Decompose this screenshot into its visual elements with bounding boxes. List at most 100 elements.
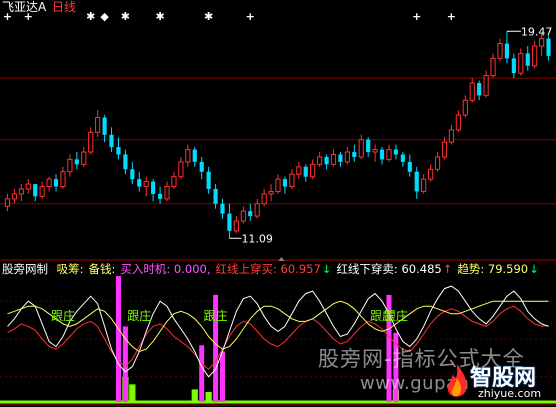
candle-body [434,156,441,170]
candle-body [407,161,412,172]
candle-body [185,149,191,163]
candle-body [199,161,204,172]
candle-body [393,149,399,155]
candle-body [504,43,509,59]
candle-body [33,184,38,197]
candle-body [109,134,114,148]
base-bar [191,389,198,402]
candle-body [102,117,107,135]
price-panel-header: 飞亚达A 日线 [2,0,76,14]
candle-body [296,166,302,175]
candle-body [317,156,323,165]
candle-body [525,53,530,66]
candle-body [338,154,343,162]
candle-body [53,179,59,187]
candle-body [130,169,135,180]
candle-body [448,129,454,143]
candle-body [324,156,329,165]
candle-body [248,211,253,217]
candle-body [171,176,177,188]
candle-body [178,161,184,178]
candle-body [546,38,551,56]
candle-body [137,179,142,187]
candle-body [268,190,274,195]
scroll-triangle-icon [278,257,285,261]
candle-body [379,149,385,160]
logo-url: zhiyue.com [478,387,542,400]
candle-body [233,220,239,232]
candle-body [275,178,281,192]
gen-zhuang-label: 跟庄 [204,308,228,323]
stock-name: 飞亚达A [2,0,47,14]
candle-body [11,193,17,200]
indicator-header: 股旁网制 吸筹: 备钱: 买入时机: 0.000, 红线上穿买: 60.957↓ 红线下… [2,262,539,276]
candle-body [143,181,149,188]
candle-body [220,203,225,214]
candle-body [227,213,232,231]
candle-body [386,149,392,160]
candle-body [477,83,482,96]
candle-body [539,38,545,47]
zhiyue-logo: 智股网 zhiyue.com [444,360,554,404]
indicator-param: 红线下穿卖: 60.485 [336,262,442,276]
candle-body [116,147,121,155]
indicator-name: 股旁网制 [2,262,48,276]
candle-body [421,178,427,192]
candle-body [282,179,288,187]
candle-body [157,193,163,199]
period-label[interactable]: 日线 [52,0,76,14]
candle-body [240,210,246,222]
candle-body [310,163,316,178]
candle-body [74,159,79,165]
flame-logo-icon [447,364,467,397]
candle-body [123,154,128,170]
base-bar [205,391,212,402]
indicator-param: ↓ [529,262,539,276]
candle-body [497,43,503,59]
candle-body [462,99,468,116]
candle-body [469,82,475,101]
candle-body [46,178,52,188]
candle-body [18,188,24,195]
top-marker: ✱ [86,10,95,23]
candle-body [60,171,66,188]
indicator-param: 趋势: 79.590 [457,262,529,276]
candle-body [39,186,45,197]
top-marker: + [412,10,421,23]
candle-body [81,151,87,165]
signal-bar [199,345,205,402]
top-marker: ◆ [100,10,109,23]
indicator-param: 买入时机: 0.000, [120,262,211,276]
candle-body [164,186,170,200]
candle-body [366,139,371,153]
candle-body [428,168,434,180]
candle-body [532,45,538,67]
candle-body [455,114,461,131]
candle-body [330,153,337,165]
top-marker: ✱ [155,10,164,23]
top-marker: ✱ [204,10,213,23]
candle-body [352,152,357,157]
candle-body [67,158,73,173]
gen-zhuang-label: 跟庄 [127,308,151,323]
indicator-params: 吸筹: 备钱: 买入时机: 0.000, 红线上穿买: 60.957↓ 红线下穿卖: 6… [52,262,539,276]
candle-body [151,181,156,194]
gen-zhuang-label: 跟庄 [384,308,408,323]
candle-body [344,151,350,163]
candle-body [303,166,308,177]
candle-body [206,171,211,189]
base-bar [129,384,136,402]
candle-body [490,57,496,77]
candle-body [414,171,419,192]
indicator-param: ↓ [321,262,332,276]
candle-body [261,193,267,205]
candle-body [358,139,364,158]
candle-body [441,141,448,158]
indicator-param: 吸筹: [56,262,84,276]
candle-body [518,52,524,74]
candle-body [25,183,31,190]
candle-body [88,131,94,153]
candle-body [192,149,197,162]
candle-body [483,75,489,96]
candle-body [372,149,378,153]
